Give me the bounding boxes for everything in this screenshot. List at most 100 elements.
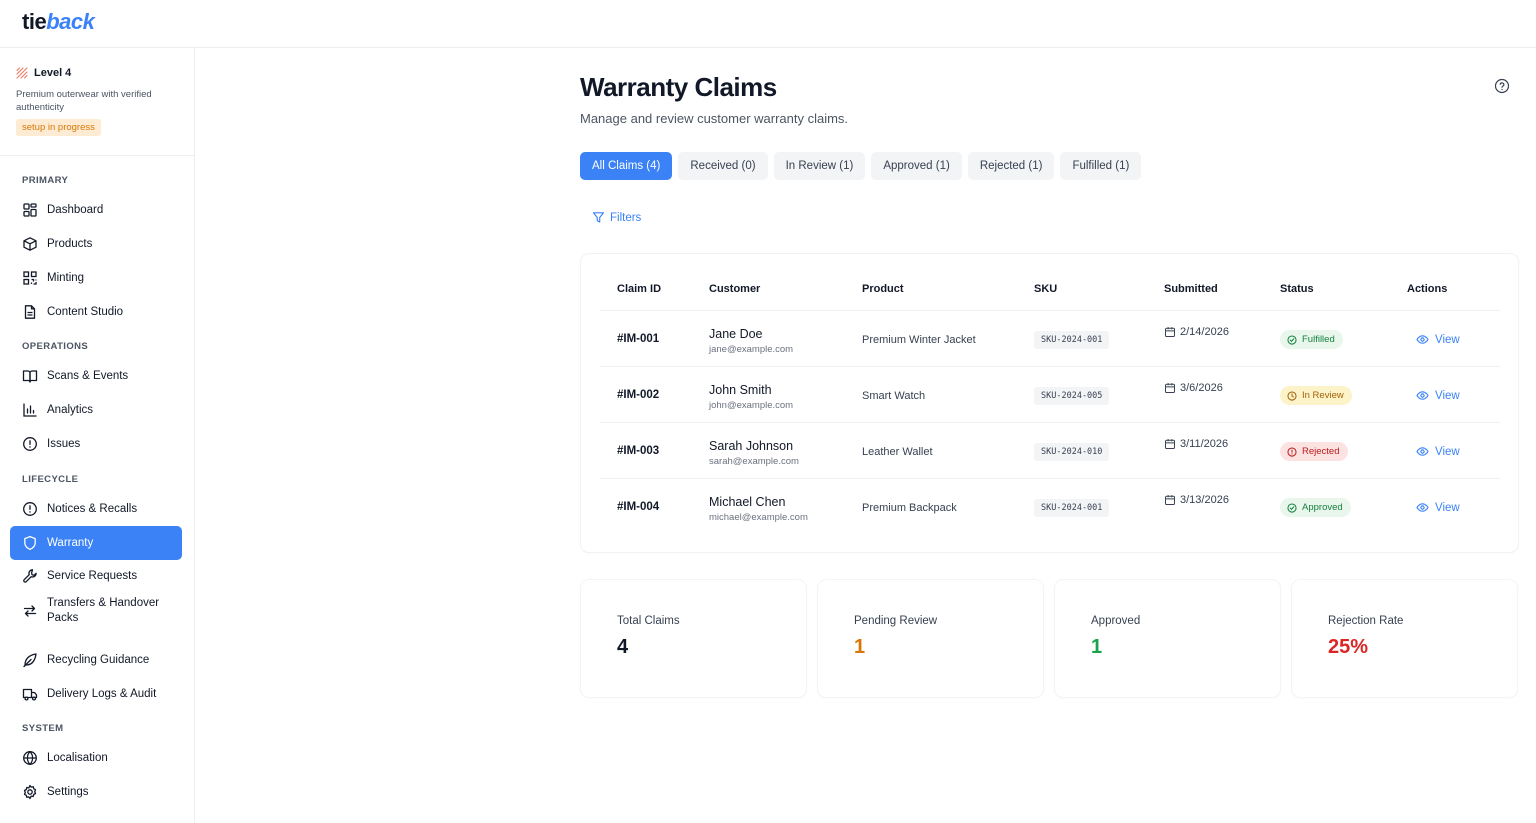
tab-received[interactable]: Received (0) bbox=[678, 152, 768, 180]
alert-circle-icon bbox=[22, 501, 38, 517]
sidebar: Level 4 Premium outerwear with verified … bbox=[0, 48, 195, 823]
table-row: #IM-002 John Smith john@example.com Smar… bbox=[600, 366, 1500, 422]
view-label: View bbox=[1435, 445, 1460, 458]
sidebar-item-label: Dashboard bbox=[47, 204, 104, 216]
sidebar-item-content-studio[interactable]: Content Studio bbox=[10, 295, 182, 329]
sidebar-item-scans-events[interactable]: Scans & Events bbox=[10, 359, 182, 393]
view-button[interactable]: View bbox=[1416, 501, 1460, 514]
document-icon bbox=[22, 304, 38, 320]
submitted-date: 3/6/2026 bbox=[1164, 382, 1223, 394]
status-badge: Rejected bbox=[1280, 442, 1348, 461]
sidebar-item-products[interactable]: Products bbox=[10, 227, 182, 261]
sidebar-item-settings[interactable]: Settings bbox=[10, 775, 182, 809]
setup-status-badge: setup in progress bbox=[16, 119, 101, 136]
status-text: Fulfilled bbox=[1302, 334, 1335, 345]
calendar-icon bbox=[1164, 382, 1176, 394]
sidebar-item-localisation[interactable]: Localisation bbox=[10, 741, 182, 775]
logo-text-part2: back bbox=[46, 9, 95, 34]
status-badge: In Review bbox=[1280, 386, 1352, 405]
sidebar-item-notices-recalls[interactable]: Notices & Recalls bbox=[10, 492, 182, 526]
stat-label: Pending Review bbox=[854, 615, 938, 627]
view-label: View bbox=[1435, 333, 1460, 346]
eye-icon bbox=[1416, 333, 1429, 346]
sidebar-item-transfers[interactable]: Transfers & Handover Packs bbox=[10, 593, 182, 629]
sidebar-item-label: Issues bbox=[47, 438, 81, 450]
eye-icon bbox=[1416, 501, 1429, 514]
filters-button[interactable]: Filters bbox=[592, 211, 641, 224]
stat-value: 25% bbox=[1328, 636, 1369, 658]
page-subtitle: Manage and review customer warranty clai… bbox=[580, 111, 849, 126]
sidebar-item-issues[interactable]: Issues bbox=[10, 427, 182, 461]
sidebar-item-warranty[interactable]: Warranty bbox=[10, 526, 182, 560]
tieback-logo[interactable]: tieback bbox=[22, 9, 95, 35]
view-button[interactable]: View bbox=[1416, 333, 1460, 346]
table-row: #IM-001 Jane Doe jane@example.com Premiu… bbox=[600, 310, 1500, 366]
sidebar-item-label: Scans & Events bbox=[47, 370, 129, 382]
stat-card-total-claims: Total Claims 4 bbox=[581, 580, 806, 697]
column-header-submitted: Submitted bbox=[1164, 283, 1218, 295]
sidebar-item-label: Localisation bbox=[47, 752, 108, 764]
submitted-date-text: 3/11/2026 bbox=[1180, 438, 1229, 450]
sidebar-item-label: Minting bbox=[47, 272, 85, 284]
sidebar-item-label: Settings bbox=[47, 786, 89, 798]
sku-badge: SKU-2024-001 bbox=[1034, 331, 1110, 349]
table-row: #IM-003 Sarah Johnson sarah@example.com … bbox=[600, 422, 1500, 478]
level-stripes-icon bbox=[16, 67, 28, 79]
filters-label: Filters bbox=[610, 211, 642, 224]
check-circle-icon bbox=[1287, 502, 1297, 513]
submitted-date-text: 2/14/2026 bbox=[1180, 326, 1229, 338]
stat-label: Approved bbox=[1091, 615, 1141, 627]
sidebar-item-dashboard[interactable]: Dashboard bbox=[10, 193, 182, 227]
filter-icon bbox=[592, 211, 605, 224]
submitted-date: 3/13/2026 bbox=[1164, 494, 1229, 506]
sidebar-item-service-requests[interactable]: Service Requests bbox=[10, 559, 182, 593]
view-button[interactable]: View bbox=[1416, 445, 1460, 458]
customer-name: Jane Doe bbox=[709, 327, 763, 341]
section-lifecycle: LIFECYCLE bbox=[22, 474, 79, 485]
section-operations: OPERATIONS bbox=[22, 341, 89, 352]
tab-all-claims[interactable]: All Claims (4) bbox=[580, 152, 673, 180]
sidebar-item-analytics[interactable]: Analytics bbox=[10, 393, 182, 427]
bar-chart-icon bbox=[22, 402, 38, 418]
stat-card-pending-review: Pending Review 1 bbox=[818, 580, 1043, 697]
submitted-date-text: 3/13/2026 bbox=[1180, 494, 1229, 506]
truck-icon bbox=[22, 686, 38, 702]
status-text: In Review bbox=[1302, 390, 1344, 401]
section-system: SYSTEM bbox=[22, 723, 64, 734]
customer-name: Sarah Johnson bbox=[709, 439, 794, 453]
top-bar: tieback bbox=[0, 0, 1536, 48]
view-button[interactable]: View bbox=[1416, 389, 1460, 402]
check-circle-icon bbox=[1287, 334, 1297, 345]
customer-email: jane@example.com bbox=[709, 344, 794, 355]
sidebar-item-minting[interactable]: Minting bbox=[10, 261, 182, 295]
x-circle-icon bbox=[1287, 446, 1297, 457]
sidebar-item-label: Analytics bbox=[47, 404, 94, 416]
column-header-status: Status bbox=[1280, 283, 1314, 295]
wrench-icon bbox=[22, 568, 38, 584]
claim-id: #IM-004 bbox=[617, 501, 660, 513]
section-primary: PRIMARY bbox=[22, 175, 69, 186]
tab-in-review[interactable]: In Review (1) bbox=[773, 152, 866, 180]
tab-rejected[interactable]: Rejected (1) bbox=[967, 152, 1055, 180]
column-header-product: Product bbox=[862, 283, 904, 295]
customer-name: John Smith bbox=[709, 383, 772, 397]
sku-badge: SKU-2024-010 bbox=[1034, 443, 1110, 461]
help-icon[interactable] bbox=[1494, 78, 1510, 94]
eye-icon bbox=[1416, 389, 1429, 402]
sku-badge: SKU-2024-005 bbox=[1034, 387, 1110, 405]
status-badge: Fulfilled bbox=[1280, 330, 1343, 349]
tab-approved[interactable]: Approved (1) bbox=[871, 152, 962, 180]
tab-fulfilled[interactable]: Fulfilled (1) bbox=[1060, 152, 1142, 180]
gear-icon bbox=[22, 784, 38, 800]
stat-value: 1 bbox=[854, 636, 866, 658]
stat-label: Total Claims bbox=[617, 615, 680, 627]
product-name: Leather Wallet bbox=[862, 446, 933, 458]
claim-id: #IM-003 bbox=[617, 445, 660, 457]
stat-value: 1 bbox=[1091, 636, 1103, 658]
sidebar-item-delivery-logs[interactable]: Delivery Logs & Audit bbox=[10, 677, 182, 711]
eye-icon bbox=[1416, 445, 1429, 458]
clock-icon bbox=[1287, 390, 1297, 401]
product-name: Premium Winter Jacket bbox=[862, 334, 976, 346]
sidebar-item-recycling[interactable]: Recycling Guidance bbox=[10, 643, 182, 677]
submitted-date: 3/11/2026 bbox=[1164, 438, 1228, 450]
